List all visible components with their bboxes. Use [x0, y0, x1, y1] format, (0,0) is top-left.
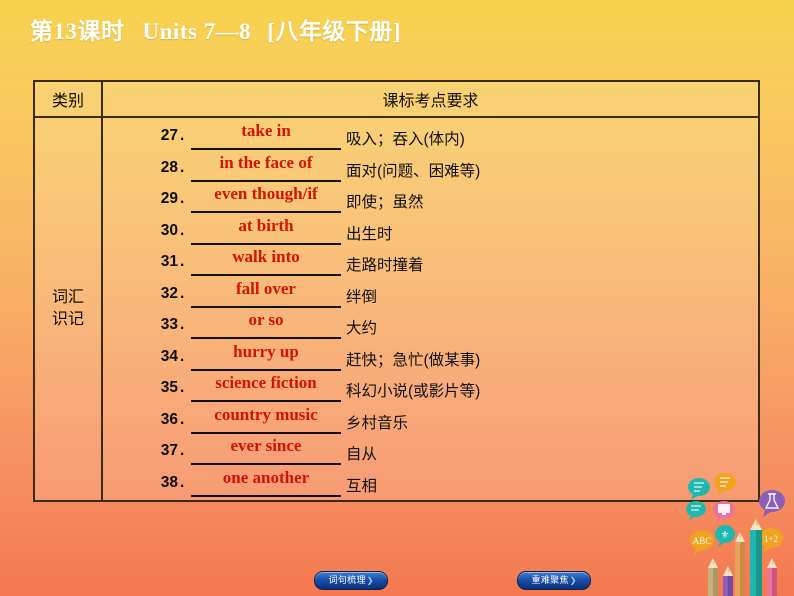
table-row: 36 . country music 乡村音乐 — [103, 404, 758, 440]
row-number: 34 — [160, 347, 178, 365]
answer-text: science fiction — [215, 373, 317, 392]
row-number-dot: . — [180, 221, 185, 239]
table-row: 34 . hurry up 赶快；急忙(做某事) — [103, 341, 758, 377]
speech-bubble-icon — [713, 501, 735, 523]
row-number-dot: . — [180, 284, 185, 302]
svg-text:1+2: 1+2 — [764, 534, 778, 544]
meaning-text: 面对(问题、困难等) — [346, 162, 481, 180]
table-row: 31 . walk into 走路时撞着 — [103, 247, 758, 282]
meaning-text: 赶快；急忙(做某事) — [346, 351, 481, 369]
meaning-text: 吸入；吞入(体内) — [346, 131, 465, 148]
category-label-line2: 识记 — [51, 311, 84, 328]
table-header-row: 类别 课标考点要求 — [35, 82, 758, 118]
column-header-requirement: 课标考点要求 — [382, 93, 479, 110]
table-row: 35 . science fiction 科幻小说(或影片等) — [103, 373, 758, 408]
vocabulary-entry-list: 27 . take in 吸入；吞入(体内) 28 . in the face … — [103, 118, 758, 500]
table-body: 词汇 识记 27 . take in 吸入；吞入(体内) 28 . in the… — [35, 118, 758, 500]
category-cell: 词汇 识记 — [35, 118, 103, 500]
speech-bubble-icon: ABC — [690, 530, 714, 555]
table-row: 37 . ever since 自从 — [103, 436, 758, 471]
table-row: 27 . take in 吸入；吞入(体内) — [103, 121, 758, 156]
vocabulary-table: 类别 课标考点要求 词汇 识记 27 . take in 吸入；吞入(体内) 2… — [33, 80, 760, 502]
row-number-dot: . — [180, 347, 185, 365]
title-units: Units 7—8 — [142, 19, 252, 44]
pencil-icon — [708, 558, 718, 596]
row-number-dot: . — [180, 158, 185, 176]
meaning-text: 乡村音乐 — [346, 414, 409, 432]
answer-text: fall over — [236, 278, 296, 298]
speech-bubble-icon: ⚜ — [715, 525, 735, 547]
answer-text: country music — [214, 404, 318, 424]
row-number: 30 — [160, 221, 178, 239]
speech-bubble-icon — [759, 490, 785, 517]
row-number: 36 — [160, 410, 178, 428]
row-number: 38 — [160, 473, 178, 491]
table-row: 30 . at birth 出生时 — [103, 215, 758, 251]
table-row: 33 . or so 大约 — [103, 310, 758, 345]
row-number-dot: . — [180, 442, 185, 459]
nav-button-right-label: 重难聚焦 — [531, 575, 569, 585]
category-label-line1: 词汇 — [51, 289, 84, 307]
title-grade: [八年级下册] — [267, 19, 401, 44]
chevron-right-icon: ❯ — [366, 575, 374, 585]
table-row: 28 . in the face of 面对(问题、困难等) — [103, 152, 758, 188]
row-number: 31 — [160, 253, 178, 270]
row-number-dot: . — [180, 410, 185, 428]
meaning-text: 绊倒 — [346, 288, 378, 306]
slide-title-bar: 第13课时 Units 7—8 [八年级下册] — [0, 0, 794, 56]
row-number-dot: . — [180, 473, 185, 491]
row-number: 32 — [160, 284, 178, 302]
answer-text: one another — [222, 467, 310, 487]
svg-text:⚜: ⚜ — [721, 530, 730, 541]
meaning-text: 即使；虽然 — [346, 194, 424, 211]
table-row: 32 . fall over 绊倒 — [103, 278, 758, 314]
answer-text: in the face of — [219, 152, 313, 172]
meaning-text: 走路时撞着 — [346, 257, 424, 274]
row-number: 27 — [160, 127, 178, 144]
answer-text: or so — [248, 310, 284, 329]
row-number: 35 — [160, 379, 178, 396]
pencil-icon — [750, 519, 762, 596]
meaning-text: 互相 — [346, 477, 378, 495]
column-header-category: 类别 — [35, 82, 103, 116]
row-number: 29 — [160, 190, 178, 207]
meaning-text: 大约 — [346, 320, 378, 337]
meaning-text: 出生时 — [346, 225, 393, 243]
row-number-dot: . — [180, 190, 185, 207]
row-number: 28 — [160, 158, 178, 176]
row-number: 37 — [160, 442, 178, 459]
svg-text:ABC: ABC — [693, 536, 712, 546]
answer-text: ever since — [230, 436, 302, 455]
row-number-dot: . — [180, 379, 185, 396]
pencil-icon — [723, 566, 733, 596]
answer-text: walk into — [232, 247, 300, 266]
title-lesson: 第13课时 — [30, 19, 125, 44]
nav-button-key-difficulty-focus[interactable]: 重难聚焦 ❯ — [517, 571, 591, 590]
pencil-icon — [735, 532, 745, 596]
slide-canvas: 第13课时 Units 7—8 [八年级下册] 类别 课标考点要求 词汇 识记 27… — [0, 0, 794, 596]
answer-text: even though/if — [214, 184, 318, 203]
nav-button-sentence-review[interactable]: 词句梳理 ❯ — [314, 571, 388, 590]
meaning-text: 科幻小说(或影片等) — [346, 383, 481, 400]
answer-text: hurry up — [233, 341, 299, 361]
pencil-icon — [767, 558, 777, 596]
answer-text: at birth — [238, 215, 294, 235]
row-number: 33 — [160, 316, 178, 333]
speech-bubble-icon: 1+2 — [759, 528, 783, 553]
row-number-dot: . — [180, 316, 185, 333]
table-row: 38 . one another 互相 — [103, 467, 758, 503]
page-title: 第13课时 Units 7—8 [八年级下册] — [30, 12, 401, 46]
answer-text: take in — [241, 121, 291, 140]
row-number-dot: . — [180, 127, 185, 144]
table-row: 29 . even though/if 即使；虽然 — [103, 184, 758, 219]
meaning-text: 自从 — [346, 446, 378, 463]
nav-button-left-label: 词句梳理 — [328, 575, 366, 585]
chevron-right-icon: ❯ — [569, 575, 577, 585]
row-number-dot: . — [180, 253, 185, 270]
speech-bubble-icon — [686, 501, 706, 520]
